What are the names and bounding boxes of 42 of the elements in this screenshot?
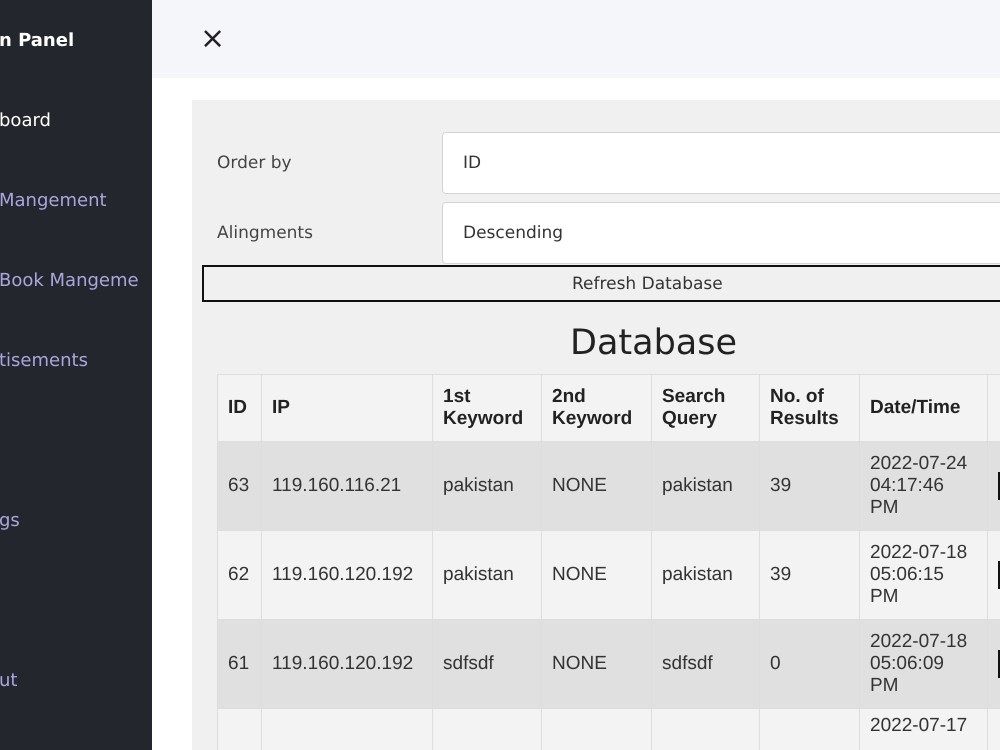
column-header: Date/Time xyxy=(860,374,988,442)
table-cell: pakistan xyxy=(443,564,514,585)
sidebar-item[interactable]: Book Mangeme xyxy=(0,270,152,350)
table-cell: NONE xyxy=(552,475,607,496)
column-header: No. of Results xyxy=(760,374,860,442)
table-cell: 2022-07-18 05:06:09 PM xyxy=(870,631,968,696)
table-cell: pakistan xyxy=(662,564,733,585)
table-cell: pakistan xyxy=(443,475,514,496)
table-cell: 119.160.116.21 xyxy=(272,475,402,496)
table-cell: pakistan xyxy=(662,475,733,496)
table-cell: 39 xyxy=(770,564,792,585)
table-cell: NONE xyxy=(552,564,607,585)
table-cell: 62 xyxy=(228,564,250,585)
sidebar-item[interactable]: gs xyxy=(0,510,152,590)
table-cell: 63 xyxy=(228,475,250,496)
table-cell: 119.160.120.192 xyxy=(272,564,414,585)
sidebar-item[interactable]: Mangement xyxy=(0,190,152,270)
column-header: 1st Keyword xyxy=(432,374,542,442)
column-header: Search Query xyxy=(652,374,760,442)
sidebar-item[interactable]: board xyxy=(0,110,152,190)
table-title: Database xyxy=(570,322,738,364)
table-cell: 39 xyxy=(770,475,792,496)
table-cell: 2022-07-24 04:17:46 PM xyxy=(870,453,968,518)
select-field[interactable]: Descending xyxy=(442,202,1000,264)
table-cell: 61 xyxy=(228,653,250,674)
field-label: Order by xyxy=(216,153,293,173)
select-field[interactable]: ID xyxy=(442,132,1000,194)
column-header: ID xyxy=(218,374,262,442)
table-cell: 119.160.120.192 xyxy=(272,653,414,674)
sidebar-title: n Panel xyxy=(0,30,76,53)
field-label: Alingments xyxy=(216,223,314,243)
column-header: 2nd Keyword xyxy=(542,374,652,442)
table-cell: 2022-07-17 xyxy=(870,715,968,736)
sidebar-item[interactable]: ut xyxy=(0,670,152,750)
table-cell: NONE xyxy=(552,653,607,674)
close-button[interactable]: × xyxy=(196,24,230,54)
table-cell: sdfsdf xyxy=(662,653,713,674)
table-cell: sdfsdf xyxy=(443,653,494,674)
column-header: IP xyxy=(262,374,432,442)
table-cell: 0 xyxy=(770,653,781,674)
refresh-button[interactable]: Refresh Database xyxy=(202,265,1000,302)
table-cell: 2022-07-18 05:06:15 PM xyxy=(870,542,968,607)
